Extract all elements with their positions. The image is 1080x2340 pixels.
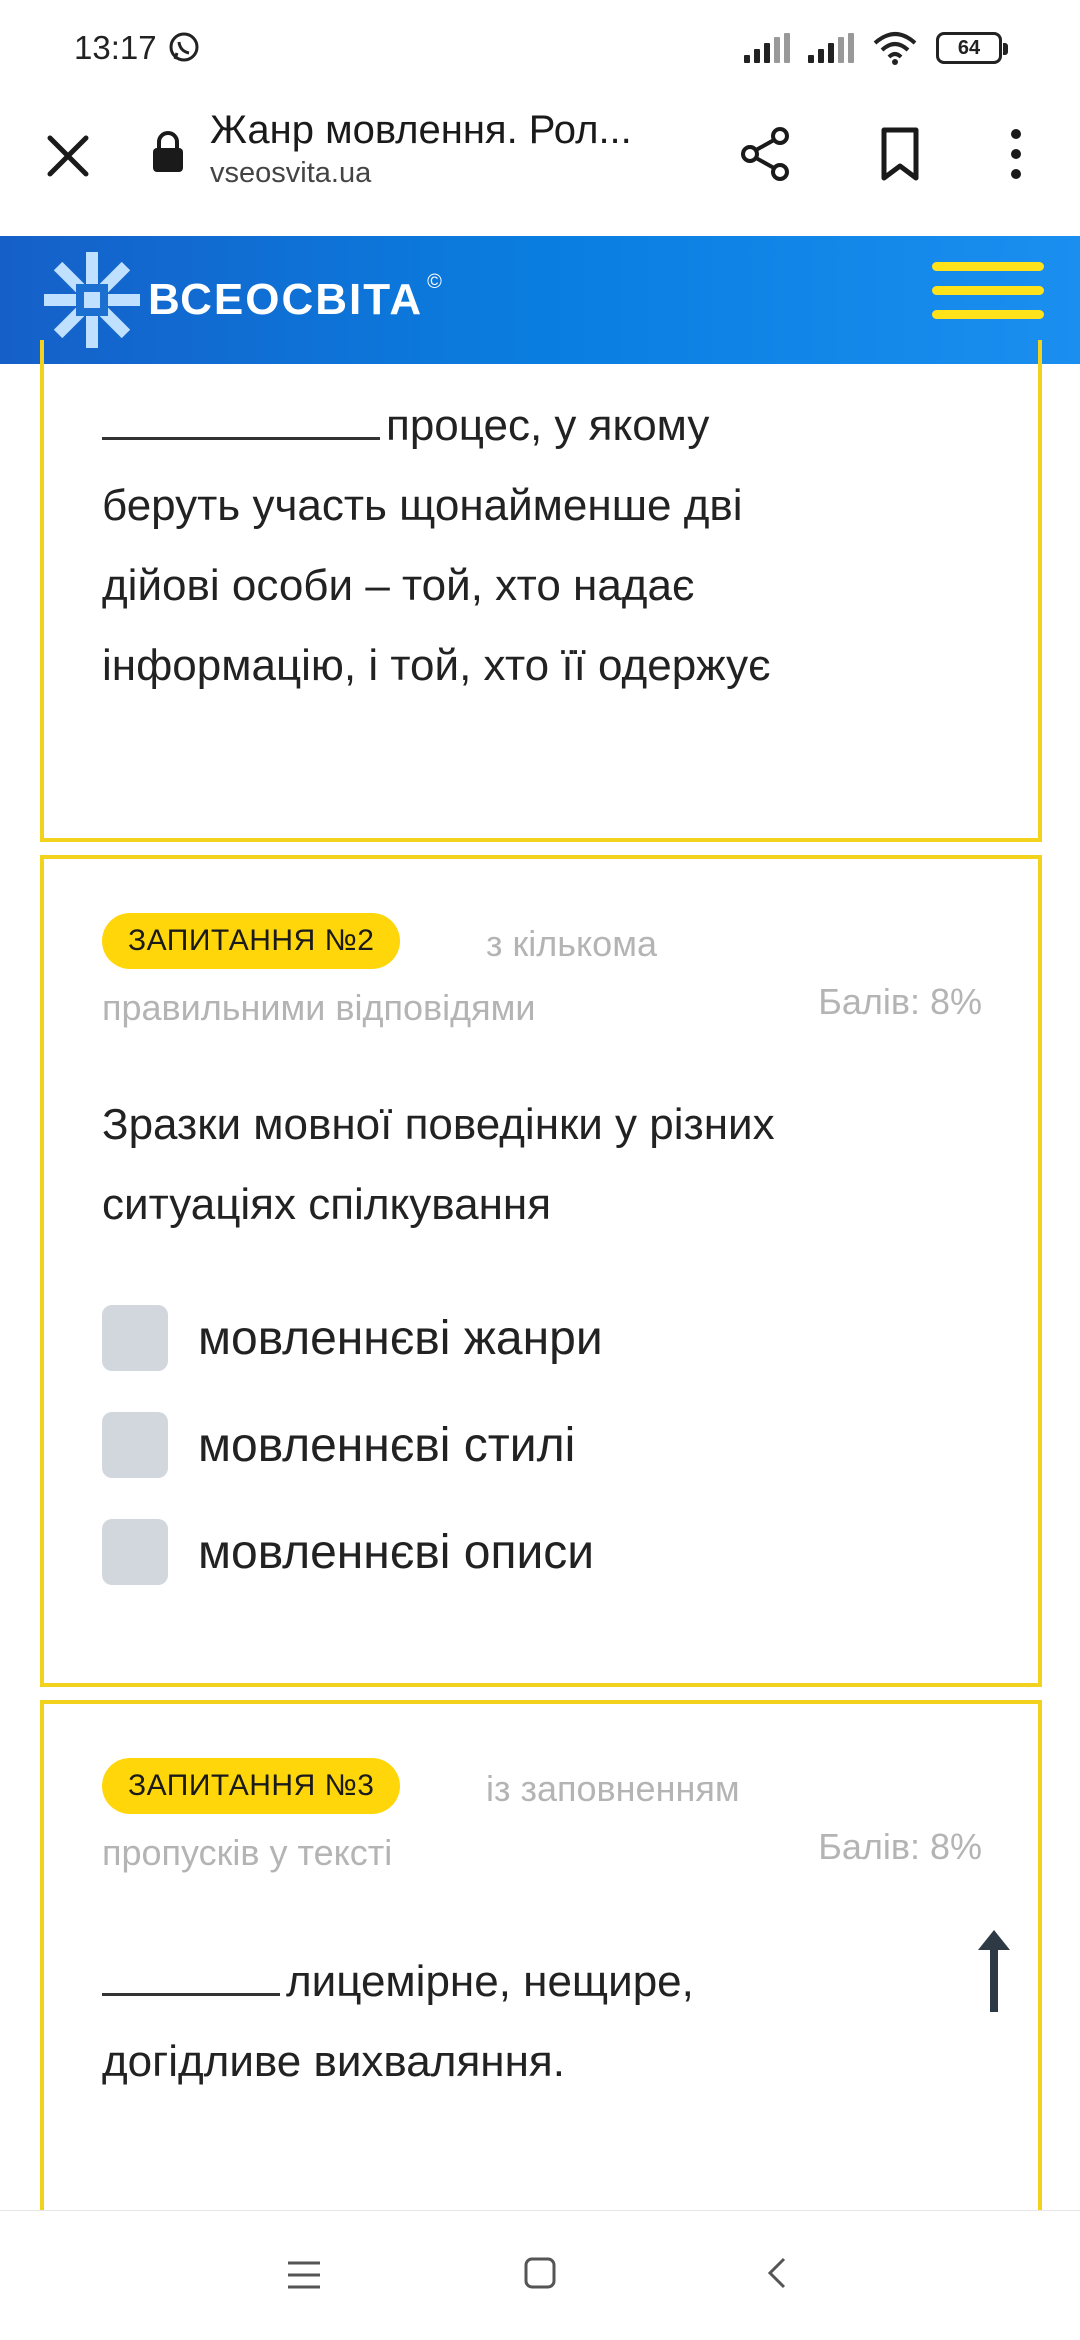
snowflake-logo-icon bbox=[44, 252, 140, 348]
address-bar[interactable]: Жанр мовлення. Рол... vseosvita.ua bbox=[210, 108, 690, 190]
share-icon[interactable] bbox=[736, 124, 796, 184]
question-points: Балів: 8% bbox=[818, 1826, 982, 1867]
status-time: 13:17 bbox=[74, 29, 157, 66]
question-text: Зразки мовної поведінки у різних ситуаці… bbox=[102, 1100, 775, 1229]
more-options-icon[interactable] bbox=[996, 124, 1036, 184]
option-checkbox[interactable] bbox=[102, 1519, 168, 1585]
arrow-up-icon[interactable] bbox=[964, 1924, 1024, 2014]
fill-blank[interactable] bbox=[102, 1976, 280, 1996]
question-type-continued: правильними відповідями bbox=[102, 987, 536, 1028]
browser-toolbar: Жанр мовлення. Рол... vseosvita.ua bbox=[0, 96, 1080, 236]
logo-text: ВСЕОСВІТА bbox=[148, 275, 424, 324]
back-icon[interactable] bbox=[762, 2253, 792, 2293]
option-label: мовленнєві стилі bbox=[198, 1418, 576, 1472]
option-checkbox[interactable] bbox=[102, 1412, 168, 1478]
question-card-1: процес, у якому беруть участь щонайменше… bbox=[40, 340, 1042, 842]
question-points: Балів: 8% bbox=[818, 981, 982, 1022]
question-type: з кількома bbox=[486, 923, 657, 964]
answer-option[interactable]: мовленнєві стилі bbox=[102, 1412, 575, 1478]
answer-option[interactable]: мовленнєві описи bbox=[102, 1519, 594, 1585]
system-navigation-bar bbox=[0, 2210, 1080, 2340]
option-label: мовленнєві описи bbox=[198, 1525, 595, 1579]
logo-copyright-mark: © bbox=[427, 270, 442, 293]
bookmark-icon[interactable] bbox=[872, 124, 928, 184]
status-bar: 13:17 64 bbox=[0, 0, 1080, 96]
option-label: мовленнєві жанри bbox=[198, 1311, 603, 1365]
site-logo[interactable]: ВСЕОСВІТА © bbox=[40, 248, 442, 352]
battery-level: 64 bbox=[957, 36, 981, 59]
close-icon[interactable] bbox=[38, 126, 98, 186]
battery-icon: 64 bbox=[936, 32, 1008, 64]
lock-icon[interactable] bbox=[150, 130, 186, 174]
home-icon[interactable] bbox=[522, 2255, 558, 2291]
question-number-badge: ЗАПИТАННЯ №2 bbox=[102, 913, 401, 969]
answer-option[interactable]: мовленнєві жанри bbox=[102, 1305, 603, 1371]
option-checkbox[interactable] bbox=[102, 1305, 168, 1371]
fill-blank[interactable] bbox=[102, 420, 380, 440]
question-text: лицемірне, нещире, догідливе вихваляння. bbox=[102, 1957, 694, 2086]
page: 13:17 64 Жанр мовлення. Рол... vseosvita… bbox=[0, 0, 1080, 2340]
question-type-continued: пропусків у тексті bbox=[102, 1832, 393, 1873]
question-card-3: ЗАПИТАННЯ №3 із заповненням пропусків у … bbox=[40, 1700, 1042, 2220]
menu-hamburger-icon[interactable] bbox=[932, 262, 1044, 338]
wifi-icon bbox=[873, 32, 917, 65]
page-title: Жанр мовлення. Рол... bbox=[210, 108, 632, 152]
viber-icon bbox=[169, 32, 199, 62]
url-text: vseosvita.ua bbox=[210, 157, 372, 189]
question-text: процес, у якому беруть участь щонайменше… bbox=[102, 401, 771, 690]
question-card-2: ЗАПИТАННЯ №2 з кількома правильними відп… bbox=[40, 855, 1042, 1687]
signal-icon bbox=[808, 33, 854, 63]
question-type: із заповненням bbox=[486, 1768, 740, 1809]
recent-apps-icon[interactable] bbox=[284, 2257, 324, 2293]
signal-icon bbox=[744, 33, 790, 63]
question-number-badge: ЗАПИТАННЯ №3 bbox=[102, 1758, 401, 1814]
